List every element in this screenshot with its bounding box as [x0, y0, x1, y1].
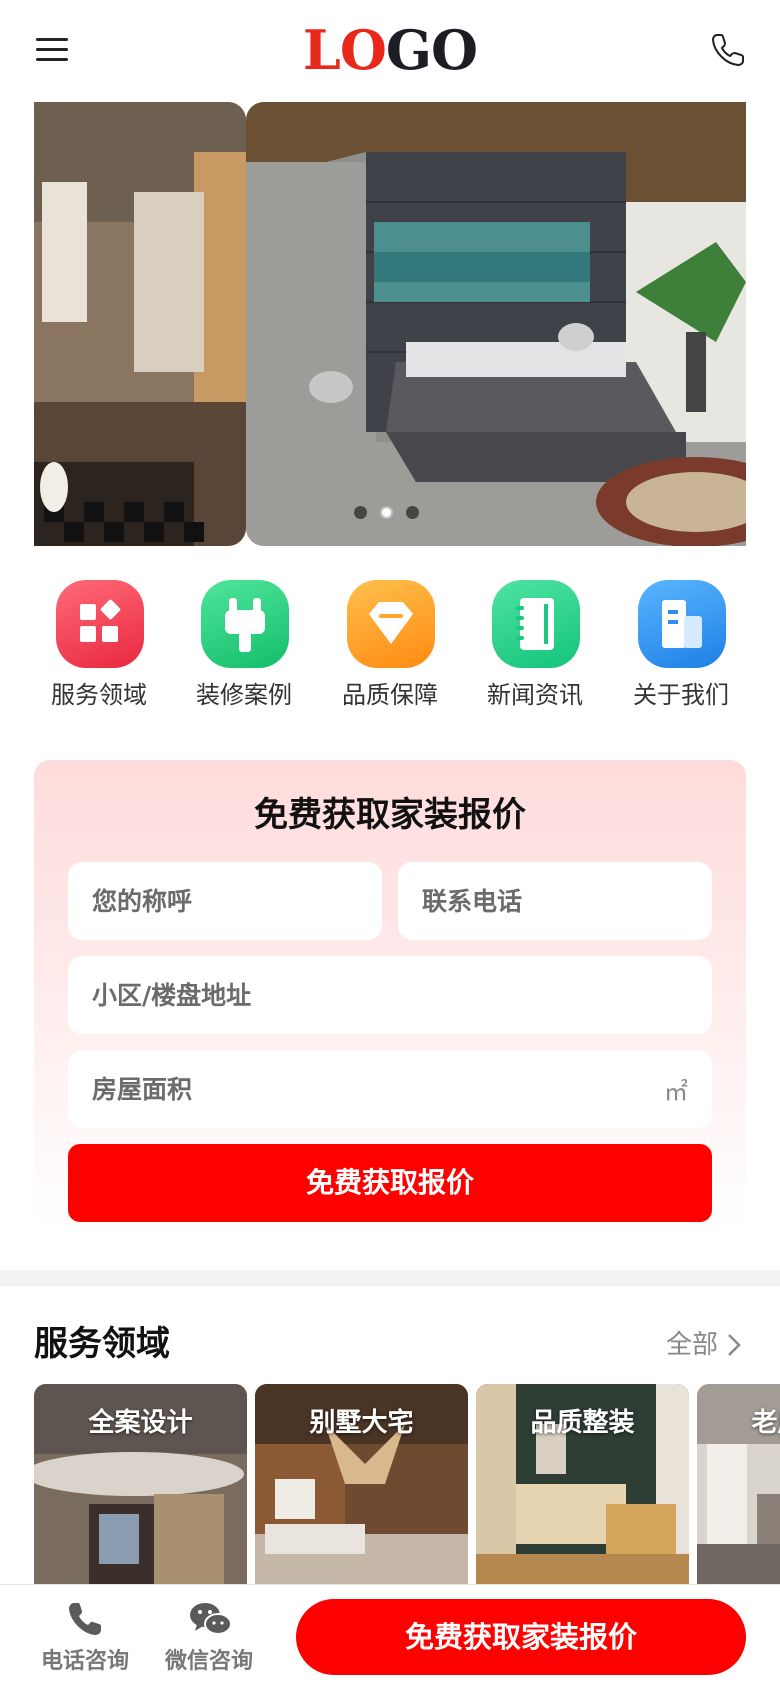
grid-icon [56, 580, 144, 668]
phone-icon[interactable] [708, 30, 748, 70]
notebook-icon [492, 580, 580, 668]
carousel-slide-active[interactable] [246, 102, 746, 546]
carousel-dot-1[interactable] [354, 506, 367, 519]
nav-label: 关于我们 [633, 681, 729, 709]
carousel-dot-2[interactable] [380, 506, 393, 519]
diamond-icon [347, 580, 435, 668]
nav-label: 装修案例 [196, 681, 292, 709]
area-unit: ㎡ [664, 1078, 688, 1106]
nav-service-areas[interactable]: 服务领域 [34, 578, 164, 718]
section-divider [0, 1270, 780, 1286]
phone-consult-button[interactable]: 电话咨询 [30, 1599, 140, 1679]
bottom-action-bar: 电话咨询 微信咨询 免费获取家装报价 [0, 1584, 780, 1688]
phone-consult-label: 电话咨询 [40, 1649, 129, 1674]
carousel-dot-3[interactable] [406, 506, 419, 519]
phone-input[interactable] [398, 862, 712, 940]
service-card-label: 全案设计 [88, 1408, 193, 1438]
plug-icon [201, 580, 289, 668]
quick-nav: 服务领域 装修案例 品质保障 新闻资讯 关于我们 [34, 578, 746, 718]
quote-form-title: 免费获取家装报价 [254, 795, 526, 835]
service-card[interactable]: 老房翻新 [697, 1384, 780, 1584]
nav-quality[interactable]: 品质保障 [325, 578, 455, 718]
view-all-label: 全部 [666, 1330, 719, 1360]
nav-label: 品质保障 [342, 681, 438, 709]
service-card[interactable]: 全案设计 [34, 1384, 247, 1584]
nav-label: 服务领域 [51, 681, 147, 709]
nav-cases[interactable]: 装修案例 [179, 578, 309, 718]
logo-part-red: LO [302, 18, 387, 82]
area-input[interactable] [68, 1050, 712, 1128]
get-quote-button[interactable]: 免费获取报价 [68, 1144, 712, 1222]
quote-form: 免费获取家装报价 ㎡ 免费获取报价 [34, 760, 746, 1230]
chevron-right-icon [728, 1334, 741, 1356]
services-section-title: 服务领域 [34, 1324, 170, 1364]
service-card-label: 品质整装 [530, 1408, 635, 1438]
building-icon [638, 580, 726, 668]
service-card[interactable]: 品质整装 [476, 1384, 689, 1584]
nav-news[interactable]: 新闻资讯 [470, 578, 600, 718]
wechat-consult-button[interactable]: 微信咨询 [154, 1599, 264, 1679]
address-field[interactable] [68, 956, 712, 1034]
wechat-icon [189, 1599, 232, 1639]
phone-field[interactable] [398, 862, 712, 940]
name-input[interactable] [68, 862, 382, 940]
app-header: LOGO [0, 0, 780, 100]
service-card-label: 老房翻新 [751, 1408, 780, 1438]
nav-about[interactable]: 关于我们 [616, 578, 746, 718]
name-field[interactable] [68, 862, 382, 940]
phone-icon [65, 1599, 105, 1639]
free-quote-cta-button[interactable]: 免费获取家装报价 [296, 1599, 746, 1675]
address-input[interactable] [68, 956, 712, 1034]
menu-icon[interactable] [36, 36, 70, 62]
site-logo[interactable]: LOGO [295, 22, 485, 78]
view-all-services-link[interactable]: 全部 [666, 1326, 756, 1366]
logo-part-dark: GO [385, 18, 478, 82]
service-card-label: 别墅大宅 [309, 1408, 414, 1438]
carousel-slide-previous[interactable] [34, 102, 246, 546]
nav-label: 新闻资讯 [487, 681, 583, 709]
hero-carousel[interactable] [34, 102, 746, 546]
carousel-indicators [354, 506, 454, 520]
service-card[interactable]: 别墅大宅 [255, 1384, 468, 1584]
area-field[interactable]: ㎡ [68, 1050, 712, 1128]
wechat-consult-label: 微信咨询 [164, 1649, 253, 1674]
services-carousel[interactable]: 全案设计 别墅大宅 品质整装 老 [34, 1384, 780, 1584]
